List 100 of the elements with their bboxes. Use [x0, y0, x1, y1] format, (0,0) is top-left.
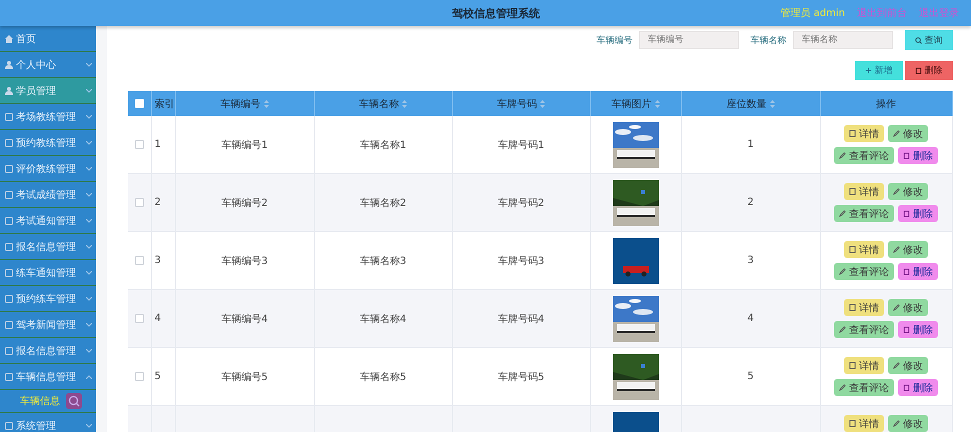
sidebar-item[interactable]: 驾考新闻管理: [0, 312, 96, 338]
sort-icon[interactable]: [654, 100, 660, 108]
row-checkbox[interactable]: [134, 372, 144, 381]
add-button[interactable]: 新增: [854, 61, 902, 80]
comment-button[interactable]: 查看评论: [834, 321, 894, 338]
table-cell: 车辆名称4: [360, 314, 406, 324]
pencil-icon: [839, 268, 846, 275]
sidebar-item[interactable]: 系统管理: [0, 413, 96, 432]
table-cell: 2: [747, 197, 754, 208]
pencil-icon: [839, 384, 846, 391]
menu-item-icon: [5, 164, 13, 172]
table-cell: 4: [154, 313, 161, 324]
row-checkbox[interactable]: [134, 314, 144, 323]
detail-button[interactable]: 详情: [844, 415, 884, 432]
sort-icon[interactable]: [770, 100, 774, 108]
document-icon: [849, 188, 856, 195]
document-icon: [849, 130, 856, 137]
table-cell: 车辆编号3: [221, 256, 268, 266]
pencil-icon: [839, 326, 846, 333]
row-checkbox[interactable]: [134, 140, 144, 149]
home-icon: [5, 34, 13, 42]
delete-button[interactable]: 删除: [898, 263, 938, 280]
sidebar-item[interactable]: 练车通知管理: [0, 260, 96, 286]
sort-icon[interactable]: [264, 100, 268, 108]
search-field[interactable]: 车辆编号: [638, 31, 738, 49]
trash-icon: [903, 268, 910, 275]
sort-icon[interactable]: [402, 100, 407, 108]
comment-button[interactable]: 查看评论: [834, 205, 894, 222]
column-header: 索引: [154, 98, 174, 110]
pencil-icon: [893, 304, 900, 311]
column-header[interactable]: 车辆编号: [220, 98, 260, 110]
menu-item-icon: [5, 294, 13, 302]
comment-button[interactable]: 查看评论: [834, 379, 894, 396]
sidebar-item[interactable]: 考试通知管理: [0, 208, 96, 234]
search-button[interactable]: 查询: [904, 30, 952, 50]
trash-icon: [903, 326, 910, 333]
edit-button[interactable]: 修改: [888, 299, 928, 316]
sidebar-item[interactable]: 首页: [0, 26, 96, 52]
detail-button[interactable]: 详情: [844, 357, 884, 374]
user-label: 管理员 admin: [780, 7, 845, 20]
search-icon[interactable]: [66, 393, 82, 409]
edit-button[interactable]: 修改: [888, 183, 928, 200]
row-checkbox[interactable]: [134, 198, 144, 207]
menu-item-icon: [5, 320, 13, 328]
table-cell: 车辆编号2: [221, 198, 268, 208]
select-all-checkbox[interactable]: [134, 98, 144, 108]
trash-icon: [903, 384, 910, 391]
sidebar-item[interactable]: 车辆信息管理: [0, 364, 96, 390]
comment-button[interactable]: 查看评论: [834, 263, 894, 280]
edit-button[interactable]: 修改: [888, 241, 928, 258]
row-checkbox[interactable]: [134, 256, 144, 265]
document-icon: [849, 246, 856, 253]
table-cell: 车辆编号1: [221, 140, 268, 150]
table-cell: 5: [747, 371, 754, 382]
detail-button[interactable]: 详情: [844, 299, 884, 316]
table-cell: 车辆名称1: [360, 140, 406, 150]
edit-button[interactable]: 修改: [888, 357, 928, 374]
sort-icon[interactable]: [540, 100, 545, 108]
edit-button[interactable]: 修改: [888, 415, 928, 432]
table-cell: 1: [154, 139, 161, 150]
table-cell: 车辆名称2: [360, 198, 406, 208]
column-header[interactable]: 车辆图片: [612, 98, 652, 110]
sidebar-item[interactable]: 报名信息管理: [0, 234, 96, 260]
edit-button[interactable]: 修改: [888, 125, 928, 142]
trash-icon: [903, 210, 910, 217]
table-cell: 车辆名称3: [360, 256, 406, 266]
column-header[interactable]: 座位数量: [726, 98, 766, 110]
sidebar-item[interactable]: 考试成绩管理: [0, 182, 96, 208]
menu-item-icon: [5, 112, 13, 120]
delete-button[interactable]: 删除: [904, 61, 952, 80]
table-cell: 5: [154, 371, 161, 382]
menu-item-icon: [5, 242, 13, 250]
sidebar-item[interactable]: 考场教练管理: [0, 104, 96, 130]
plus-icon: [864, 67, 872, 74]
detail-button[interactable]: 详情: [844, 125, 884, 142]
delete-button[interactable]: 删除: [898, 379, 938, 396]
person-icon: [5, 60, 13, 68]
sidebar-item[interactable]: 学员管理: [0, 78, 96, 104]
column-header[interactable]: 车牌号码: [497, 98, 537, 110]
document-icon: [849, 420, 856, 427]
delete-button[interactable]: 删除: [898, 205, 938, 222]
sidebar-item[interactable]: 预约教练管理: [0, 130, 96, 156]
comment-button[interactable]: 查看评论: [834, 147, 894, 164]
menu-item-icon: [5, 190, 13, 198]
detail-button[interactable]: 详情: [844, 183, 884, 200]
sidebar-item[interactable]: 评价教练管理: [0, 156, 96, 182]
delete-button[interactable]: 删除: [898, 147, 938, 164]
pencil-icon: [893, 188, 900, 195]
search-field[interactable]: 车辆名称: [792, 31, 892, 49]
pencil-icon: [893, 420, 900, 427]
sidebar-item[interactable]: 报名信息管理: [0, 338, 96, 364]
delete-button[interactable]: 删除: [898, 321, 938, 338]
menu-item-icon: [5, 138, 13, 146]
table-cell: 车辆名称5: [360, 372, 406, 382]
table-cell: 4: [747, 313, 754, 324]
sidebar-item[interactable]: 预约练车管理: [0, 286, 96, 312]
detail-button[interactable]: 详情: [844, 241, 884, 258]
column-header[interactable]: 车辆名称: [359, 98, 399, 110]
pencil-icon: [893, 362, 900, 369]
trash-icon: [903, 152, 910, 159]
